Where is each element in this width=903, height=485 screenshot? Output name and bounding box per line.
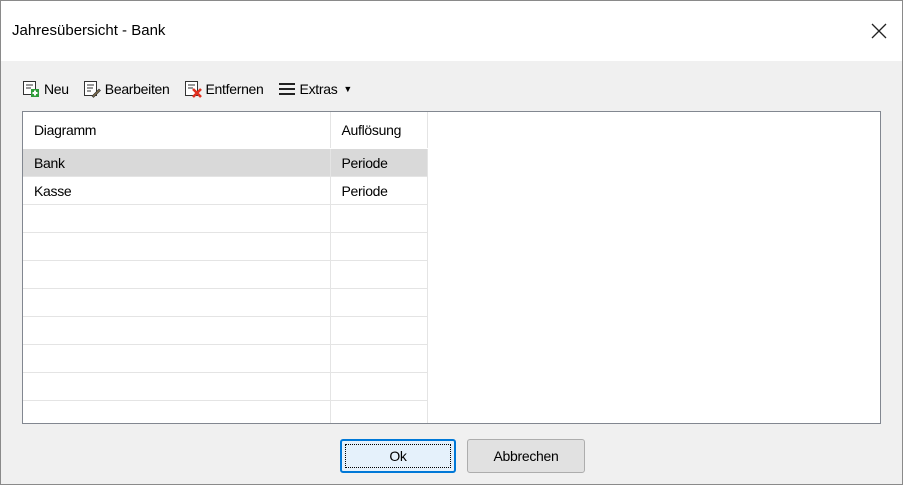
toolbar: Neu Bearbeiten Entfernen Extras ▼ [22,75,366,103]
extras-button-label: Extras [299,81,338,97]
column-header-aufloesung[interactable]: Auflösung [330,112,428,149]
cell-aufloesung: Periode [330,176,428,205]
chart-list-grid[interactable]: Diagramm Auflösung Bank Periode Kasse Pe… [22,111,881,424]
edit-button-label: Bearbeiten [104,81,170,97]
close-icon [871,23,887,39]
empty-row [23,400,880,423]
empty-row [23,232,880,261]
cell-diagramm: Kasse [23,176,331,205]
empty-row [23,260,880,289]
hamburger-menu-icon [278,83,295,95]
table-row[interactable]: Bank Periode [23,148,880,177]
empty-row [23,344,880,373]
empty-row [23,288,880,317]
cancel-button-label: Abbrechen [493,448,559,464]
remove-button-label: Entfernen [205,81,264,97]
edit-button[interactable]: Bearbeiten [83,80,170,98]
empty-row [23,372,880,401]
extras-menu-button[interactable]: Extras ▼ [278,81,353,97]
dialog-button-bar: Ok Abbrechen [1,439,903,473]
cell-diagramm: Bank [23,148,331,177]
dropdown-arrow-icon: ▼ [343,84,353,94]
table-row[interactable]: Kasse Periode [23,176,880,205]
remove-document-icon [184,81,202,98]
cell-aufloesung: Periode [330,148,428,177]
remove-button[interactable]: Entfernen [184,80,264,98]
title-bar: Jahresübersicht - Bank [1,1,902,61]
close-button[interactable] [856,1,902,61]
new-button[interactable]: Neu [22,80,69,98]
cancel-button[interactable]: Abbrechen [467,439,585,473]
edit-document-icon [83,81,101,98]
grid-header-row: Diagramm Auflösung [23,112,880,149]
empty-row [23,204,880,233]
empty-row [23,316,880,345]
dialog-title: Jahresübersicht - Bank [12,22,166,39]
ok-button[interactable]: Ok [340,439,456,473]
column-header-diagramm[interactable]: Diagramm [23,112,331,149]
new-document-icon [23,81,39,97]
dialog-window: Jahresübersicht - Bank Neu Bearbeiten En… [0,0,903,485]
new-button-label: Neu [44,81,69,97]
